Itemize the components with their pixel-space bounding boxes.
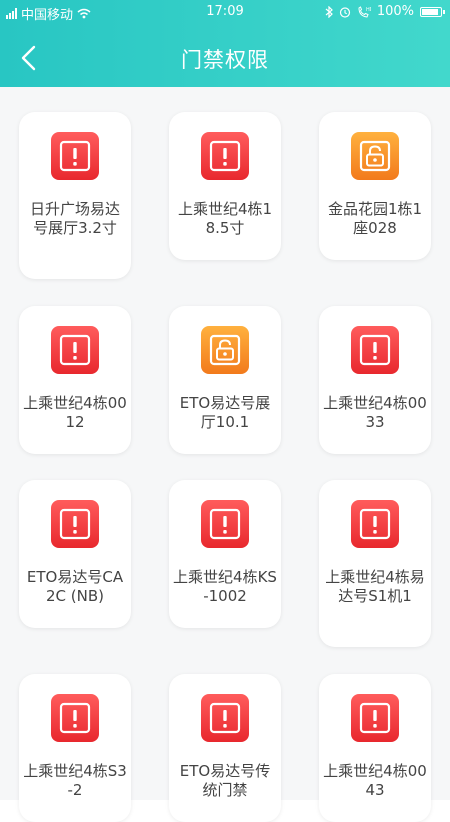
door-label: 上乘世纪4栋KS-1002: [173, 568, 277, 605]
door-card[interactable]: 日升广场易达号展厅3.2寸: [19, 112, 131, 279]
locked-door-icon: [201, 132, 249, 180]
door-label: ETO易达号传统门禁: [179, 762, 271, 799]
locked-door-icon: [351, 326, 399, 374]
page-title: 门禁权限: [181, 48, 269, 72]
locked-door-icon: [351, 500, 399, 548]
status-right: HD 100%: [325, 4, 445, 19]
locked-door-icon: [51, 132, 99, 180]
door-card[interactable]: 上乘世纪4栋0033: [319, 306, 431, 454]
door-card[interactable]: 上乘世纪4栋0012: [19, 306, 131, 454]
door-label: 上乘世纪4栋S3-2: [23, 762, 127, 799]
door-label: 日升广场易达号展厅3.2寸: [29, 200, 120, 237]
locked-door-icon: [201, 500, 249, 548]
svg-text:HD: HD: [366, 7, 371, 13]
door-card[interactable]: ETO易达号展厅10.1: [169, 306, 281, 454]
door-label: 上乘世纪4栋18.5寸: [177, 200, 273, 237]
app-header: 中国移动 17:09 HD 100%: [0, 0, 450, 87]
locked-door-icon: [51, 694, 99, 742]
door-label: ETO易达号展厅10.1: [179, 394, 271, 431]
battery-percent: 100%: [376, 4, 414, 19]
bluetooth-icon: [325, 5, 333, 18]
door-label: ETO易达号CA2C (NB): [26, 568, 124, 605]
door-card[interactable]: 金品花园1栋1座028: [319, 112, 431, 260]
door-label: 金品花园1栋1座028: [327, 200, 423, 237]
locked-door-icon: [51, 500, 99, 548]
door-label: 上乘世纪4栋0043: [323, 762, 427, 799]
locked-door-icon: [201, 694, 249, 742]
door-card[interactable]: ETO易达号CA2C (NB): [19, 480, 131, 628]
door-label: 上乘世纪4栋0033: [323, 394, 427, 431]
unlocked-door-icon: [351, 132, 399, 180]
call-icon: HD: [358, 5, 371, 18]
door-label: 上乘世纪4栋易达号S1机1: [325, 568, 425, 605]
door-card[interactable]: 上乘世纪4栋18.5寸: [169, 112, 281, 260]
locked-door-icon: [351, 694, 399, 742]
door-card[interactable]: 上乘世纪4栋KS-1002: [169, 480, 281, 628]
door-card[interactable]: 上乘世纪4栋易达号S1机1: [319, 480, 431, 647]
battery-fill: [422, 8, 438, 15]
door-label: 上乘世纪4栋0012: [23, 394, 127, 431]
unlocked-door-icon: [201, 326, 249, 374]
status-bar: 中国移动 17:09 HD 100%: [0, 0, 450, 24]
door-grid: 日升广场易达号展厅3.2寸 上乘世纪4栋18.5寸 金品花园1栋1座028 上乘世纪4…: [0, 87, 450, 822]
locked-door-icon: [51, 326, 99, 374]
alarm-icon: [339, 6, 350, 18]
battery-icon: [420, 6, 445, 17]
